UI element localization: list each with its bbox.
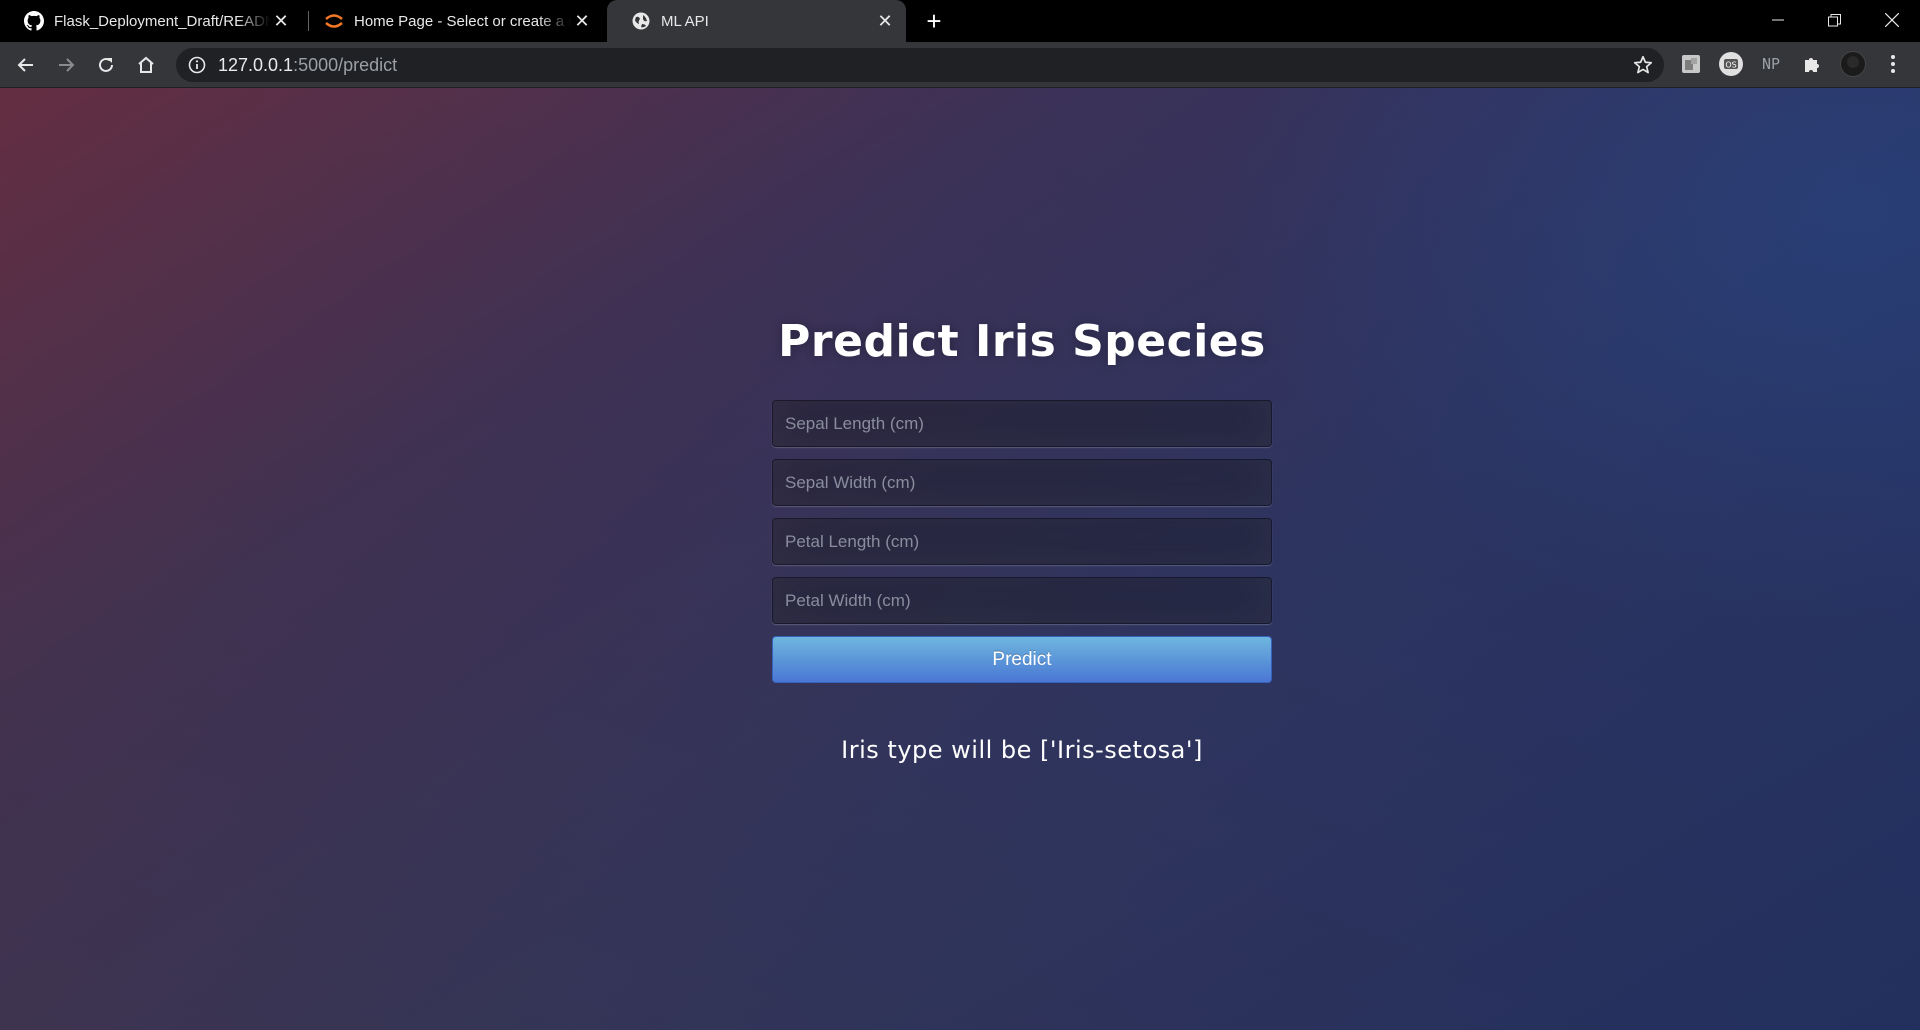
petal-width-input[interactable] xyxy=(772,577,1272,624)
tab-ml-api[interactable]: ML API ✕ xyxy=(607,0,906,42)
tab-strip: Flask_Deployment_Draft/README ✕ Home Pag… xyxy=(0,0,1920,42)
minimize-icon xyxy=(1771,19,1784,21)
address-bar[interactable]: 127.0.0.1:5000/predict xyxy=(176,48,1664,82)
close-window-button[interactable] xyxy=(1863,0,1920,40)
minimize-button[interactable] xyxy=(1749,0,1806,40)
tab-title: ML API xyxy=(661,12,709,30)
extension-icon[interactable] xyxy=(1678,51,1704,77)
jupyter-icon xyxy=(324,11,344,31)
restore-button[interactable] xyxy=(1806,0,1863,40)
restore-icon xyxy=(1828,13,1841,26)
github-icon xyxy=(24,11,44,31)
close-tab-icon[interactable]: ✕ xyxy=(571,10,593,32)
browser-toolbar: 127.0.0.1:5000/predict xyxy=(0,42,1920,88)
info-icon[interactable] xyxy=(188,56,206,74)
arrow-right-icon xyxy=(59,58,75,72)
prediction-result: Iris type will be ['Iris-setosa'] xyxy=(841,736,1203,764)
avatar-icon[interactable] xyxy=(1840,51,1866,77)
profile-os-icon[interactable]: OS xyxy=(1718,51,1744,77)
petal-length-input[interactable] xyxy=(772,518,1272,565)
np-label: NP xyxy=(1761,55,1781,73)
close-icon xyxy=(1884,13,1899,27)
reload-icon xyxy=(99,57,113,72)
page-title: Predict Iris Species xyxy=(778,316,1266,367)
np-extension-icon[interactable]: NP xyxy=(1758,51,1784,77)
bookmark-star-icon[interactable] xyxy=(1632,54,1654,76)
home-icon xyxy=(138,56,154,73)
back-button[interactable] xyxy=(10,49,42,81)
sepal-width-input[interactable] xyxy=(772,459,1272,506)
close-tab-icon[interactable]: ✕ xyxy=(270,10,292,32)
url-text[interactable]: 127.0.0.1:5000/predict xyxy=(218,55,397,76)
arrow-left-icon xyxy=(17,58,33,72)
tab-github-readme[interactable]: Flask_Deployment_Draft/README ✕ xyxy=(0,0,302,42)
home-button[interactable] xyxy=(130,49,162,81)
tab-title: Flask_Deployment_Draft/README xyxy=(54,12,270,30)
os-label: OS xyxy=(1725,61,1736,70)
page-viewport: Predict Iris Species Predict Iris type w… xyxy=(0,88,1920,1030)
menu-kebab-icon[interactable] xyxy=(1880,51,1906,77)
new-tab-button[interactable]: + xyxy=(920,8,948,36)
url-host: 127.0.0.1 xyxy=(218,55,294,75)
sepal-length-input[interactable] xyxy=(772,400,1272,447)
forward-button[interactable] xyxy=(50,49,82,81)
tab-jupyter-home[interactable]: Home Page - Select or create a n ✕ xyxy=(300,0,603,42)
url-path: :5000/predict xyxy=(293,55,398,75)
close-tab-icon[interactable]: ✕ xyxy=(874,10,896,32)
tab-title: Home Page - Select or create a n xyxy=(354,12,571,30)
reload-button[interactable] xyxy=(90,49,122,81)
puzzle-icon[interactable] xyxy=(1799,51,1825,77)
globe-icon xyxy=(631,11,651,31)
predict-form: Predict Iris Species Predict xyxy=(772,312,1272,683)
predict-button[interactable]: Predict xyxy=(772,636,1272,683)
